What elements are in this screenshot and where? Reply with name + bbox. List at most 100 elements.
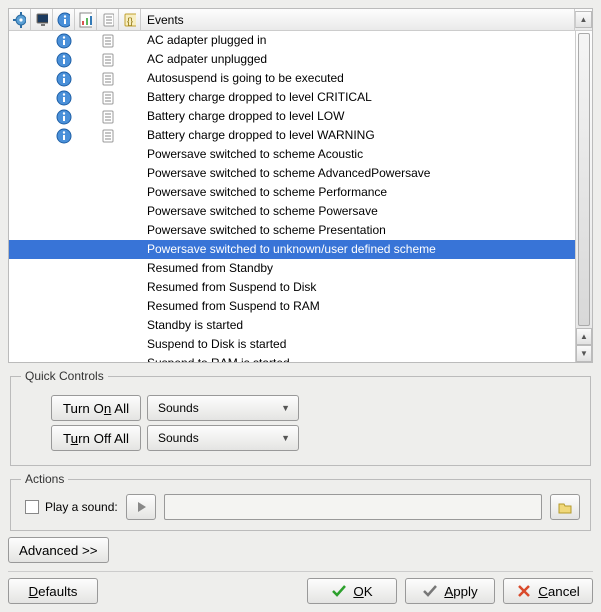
cancel-button[interactable]: Cancel — [503, 578, 593, 604]
cancel-icon — [516, 583, 532, 599]
turn-off-category-select[interactable]: Sounds ▼ — [147, 425, 299, 451]
row-log-cell — [97, 109, 119, 125]
info-icon — [56, 52, 72, 68]
event-row[interactable]: Powersave switched to scheme Presentatio… — [9, 221, 575, 240]
browse-sound-button[interactable] — [550, 494, 580, 520]
advanced-button[interactable]: Advanced >> — [8, 537, 109, 563]
row-info-cell — [53, 90, 75, 106]
event-name: Powersave switched to scheme Acoustic — [141, 145, 575, 164]
play-sound-label: Play a sound: — [45, 500, 118, 514]
info-icon — [56, 90, 72, 106]
defaults-button[interactable]: Defaults — [8, 578, 98, 604]
event-row[interactable]: Battery charge dropped to level LOW — [9, 107, 575, 126]
chevron-down-icon: ▼ — [281, 403, 290, 413]
event-name: Autosuspend is going to be executed — [141, 69, 575, 88]
row-log-cell — [97, 71, 119, 87]
play-sound-checkbox[interactable]: Play a sound: — [21, 500, 118, 514]
event-name: Battery charge dropped to level WARNING — [141, 126, 575, 145]
tree-header: Events ▲ — [9, 9, 592, 31]
row-info-cell — [53, 33, 75, 49]
event-name: Powersave switched to scheme Presentatio… — [141, 221, 575, 240]
check-grey-icon — [422, 583, 438, 599]
row-log-cell — [97, 33, 119, 49]
folder-open-icon — [557, 499, 573, 515]
play-sound-button[interactable] — [126, 494, 156, 520]
event-row[interactable]: Powersave switched to scheme AdvancedPow… — [9, 164, 575, 183]
turn-off-all-button[interactable]: Turn Off All — [51, 425, 141, 451]
select-value: Sounds — [158, 431, 199, 445]
events-list[interactable]: AC adapter plugged inAC adpater unplugge… — [9, 31, 575, 362]
log-icon — [100, 109, 116, 125]
info-icon — [56, 71, 72, 87]
row-log-cell — [97, 128, 119, 144]
event-row[interactable]: Powersave switched to scheme Acoustic — [9, 145, 575, 164]
event-row[interactable]: Battery charge dropped to level CRITICAL — [9, 88, 575, 107]
row-log-cell — [97, 90, 119, 106]
event-name: AC adpater unplugged — [141, 50, 575, 69]
monitor-icon — [35, 12, 48, 28]
col-header-info[interactable] — [53, 9, 75, 31]
event-name: AC adapter plugged in — [141, 31, 575, 50]
info-icon — [56, 109, 72, 125]
event-row[interactable]: Battery charge dropped to level WARNING — [9, 126, 575, 145]
event-row[interactable]: Autosuspend is going to be executed — [9, 69, 575, 88]
event-name: Suspend to RAM is started — [141, 354, 575, 362]
log-icon — [100, 52, 116, 68]
log-icon — [101, 12, 114, 28]
col-header-monitor[interactable] — [31, 9, 53, 31]
event-row[interactable]: Resumed from Standby — [9, 259, 575, 278]
log-icon — [100, 128, 116, 144]
log-icon — [100, 33, 116, 49]
actions-legend: Actions — [21, 472, 68, 486]
event-name: Resumed from Suspend to RAM — [141, 297, 575, 316]
events-tree[interactable]: Events ▲ AC adapter plugged inAC adpater… — [8, 8, 593, 363]
event-row[interactable]: Powersave switched to unknown/user defin… — [9, 240, 575, 259]
event-row[interactable]: Resumed from Suspend to Disk — [9, 278, 575, 297]
scrollbar-thumb[interactable] — [578, 33, 590, 326]
event-name: Suspend to Disk is started — [141, 335, 575, 354]
row-info-cell — [53, 71, 75, 87]
sound-path-input[interactable] — [164, 494, 542, 520]
col-header-chart[interactable] — [75, 9, 97, 31]
event-row[interactable]: Powersave switched to scheme Powersave — [9, 202, 575, 221]
event-row[interactable]: AC adapter plugged in — [9, 31, 575, 50]
event-row[interactable]: Suspend to Disk is started — [9, 335, 575, 354]
event-row[interactable]: Suspend to RAM is started — [9, 354, 575, 362]
scroll-down-button[interactable]: ▼ — [576, 345, 592, 362]
row-log-cell — [97, 52, 119, 68]
event-row[interactable]: Resumed from Suspend to RAM — [9, 297, 575, 316]
scroll-up-button[interactable]: ▲ — [575, 11, 592, 28]
turn-on-category-select[interactable]: Sounds ▼ — [147, 395, 299, 421]
apply-button[interactable]: Apply — [405, 578, 495, 604]
checkbox-icon — [25, 500, 39, 514]
event-name: Battery charge dropped to level CRITICAL — [141, 88, 575, 107]
info-icon — [56, 33, 72, 49]
event-name: Standby is started — [141, 316, 575, 335]
ok-button[interactable]: OK — [307, 578, 397, 604]
row-info-cell — [53, 52, 75, 68]
event-name: Powersave switched to unknown/user defin… — [141, 240, 575, 259]
info-icon — [57, 12, 70, 28]
col-header-title[interactable]: Events — [141, 9, 575, 31]
col-header-gear[interactable] — [9, 9, 31, 31]
event-row[interactable]: Powersave switched to scheme Performance — [9, 183, 575, 202]
actions-group: Actions Play a sound: — [10, 472, 591, 531]
play-icon — [133, 499, 149, 515]
log-icon — [100, 90, 116, 106]
col-header-script[interactable] — [119, 9, 141, 31]
event-name: Powersave switched to scheme Performance — [141, 183, 575, 202]
event-row[interactable]: AC adpater unplugged — [9, 50, 575, 69]
turn-on-all-button[interactable]: Turn On All — [51, 395, 141, 421]
col-header-log[interactable] — [97, 9, 119, 31]
row-info-cell — [53, 109, 75, 125]
event-row[interactable]: Standby is started — [9, 316, 575, 335]
scroll-up-button-2[interactable]: ▲ — [576, 328, 592, 345]
script-icon — [123, 12, 136, 28]
select-value: Sounds — [158, 401, 199, 415]
row-info-cell — [53, 128, 75, 144]
log-icon — [100, 71, 116, 87]
info-icon — [56, 128, 72, 144]
chevron-down-icon: ▼ — [281, 433, 290, 443]
scrollbar[interactable]: ▲ ▼ — [575, 31, 592, 362]
quick-controls-legend: Quick Controls — [21, 369, 108, 383]
